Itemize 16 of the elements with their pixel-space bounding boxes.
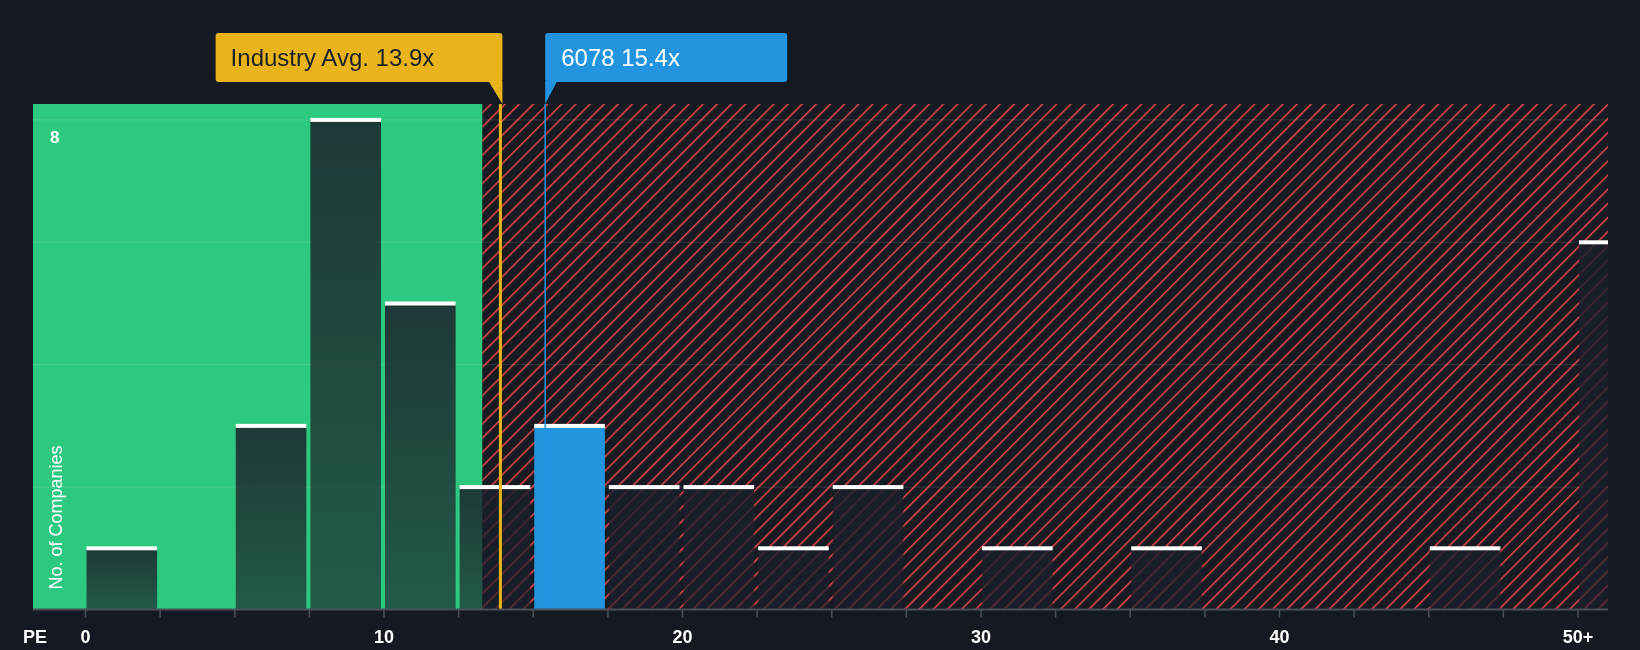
industry-average-callout: Industry Avg. 13.9x (215, 33, 503, 104)
axis-tick-label: 30 (971, 627, 991, 647)
histogram-bar (1429, 546, 1501, 610)
histogram-bar (1131, 546, 1202, 610)
axis-title: PE (23, 627, 47, 647)
axis-tick-label: 20 (672, 627, 693, 647)
axis-tick-label: 40 (1269, 627, 1290, 647)
axis-tick-label: 50+ (1562, 627, 1594, 647)
axis-tick-label: 0 (80, 627, 91, 647)
company-callout: 6078 15.4x (545, 33, 788, 104)
axis-title: No. of Companies (46, 445, 66, 590)
axis-tick-label: 8 (50, 127, 60, 147)
histogram-bar (758, 546, 829, 610)
histogram-bar (86, 546, 158, 610)
histogram-bar (982, 546, 1053, 610)
axis-tick-label: 10 (374, 627, 394, 647)
